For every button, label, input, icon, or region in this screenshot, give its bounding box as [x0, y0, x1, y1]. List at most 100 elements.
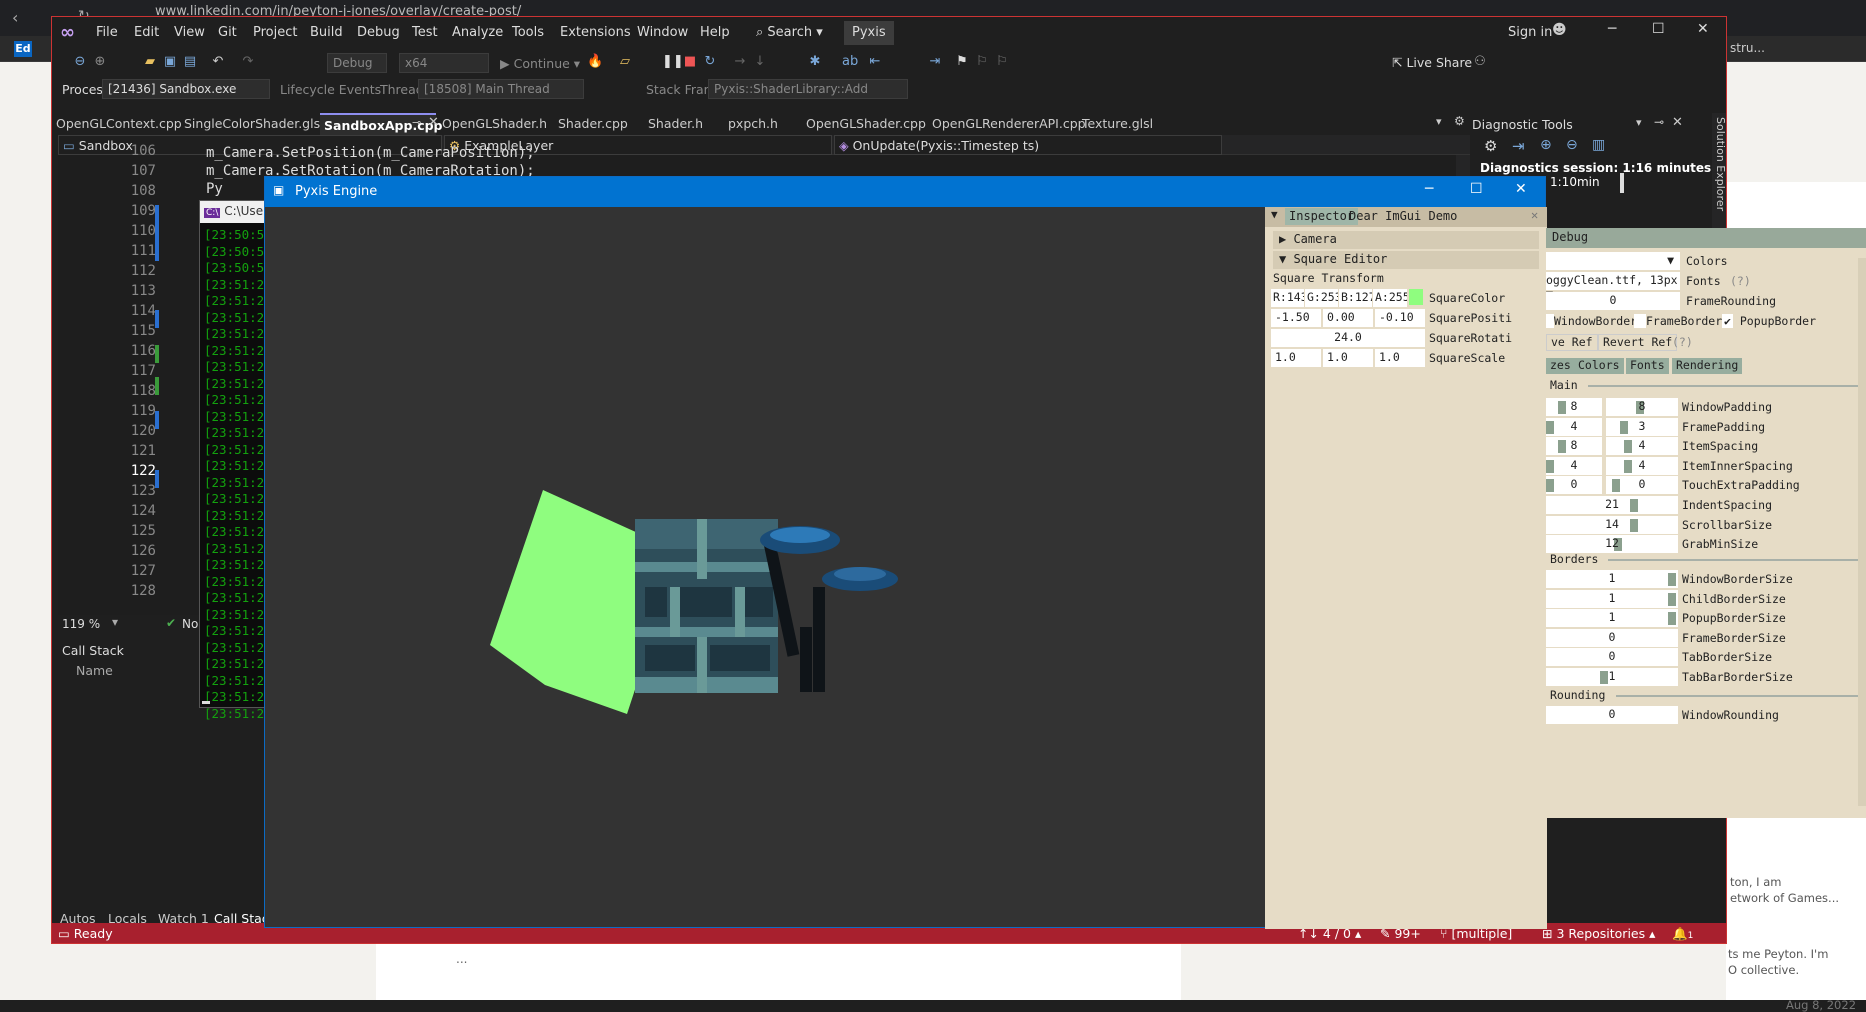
color-r-field[interactable]: R:143 [1271, 289, 1304, 307]
slider-field[interactable]: 12 [1546, 535, 1678, 553]
slider-field[interactable]: 8 [1606, 398, 1678, 416]
open-folder-icon[interactable]: ▰ [142, 54, 158, 70]
slider-field[interactable]: 0 [1546, 648, 1678, 666]
menu-project[interactable]: Project [253, 25, 297, 40]
save-icon[interactable]: ▣ [162, 54, 178, 70]
scale-z-field[interactable]: 1.0 [1375, 349, 1425, 367]
panel-close-x-icon[interactable]: ✕ [1531, 208, 1538, 222]
tab-shader-h[interactable]: Shader.h [644, 113, 707, 135]
continue-button[interactable]: ▶ Continue ▾ [500, 56, 580, 71]
help-marker[interactable]: (?) [1672, 335, 1693, 349]
slider-grab[interactable] [1630, 499, 1638, 512]
slider-grab[interactable] [1612, 479, 1620, 492]
sign-in-link[interactable]: Sign in [1508, 25, 1552, 40]
zoom-in-icon[interactable]: ⊕ [1540, 137, 1552, 153]
back-icon[interactable]: ‹ [12, 8, 18, 27]
format-icon[interactable]: ⇤ [867, 54, 883, 70]
slider-grab[interactable] [1668, 612, 1676, 625]
redo-icon[interactable]: ↷ [240, 54, 256, 70]
debug-titlebar[interactable]: Debug [1546, 228, 1866, 248]
engine-close-icon[interactable]: ✕ [1515, 181, 1527, 197]
tab-settings-icon[interactable]: ⚙ [1454, 114, 1465, 128]
search-button[interactable]: ⌕ Search ▾ [756, 25, 823, 40]
menu-edit[interactable]: Edit [134, 25, 159, 40]
stop-icon[interactable]: ■ [682, 54, 698, 70]
feedback-icon[interactable]: ☻ [1552, 22, 1567, 38]
slider-field[interactable]: 8 [1546, 398, 1602, 416]
menu-test[interactable]: Test [412, 25, 438, 40]
member-combo[interactable]: ◈ OnUpdate(Pyxis::Timestep ts) [834, 135, 1222, 155]
bookmark-item[interactable]: stru... [1730, 41, 1765, 55]
menu-analyze[interactable]: Analyze [452, 25, 503, 40]
slider-grab[interactable] [1558, 401, 1566, 414]
color-g-field[interactable]: G:253 [1305, 289, 1338, 307]
scale-x-field[interactable]: 1.0 [1271, 349, 1321, 367]
menu-help[interactable]: Help [700, 25, 730, 40]
slider-field[interactable]: 4 [1606, 456, 1678, 475]
call-stack-col-name[interactable]: Name [76, 663, 113, 678]
tab-texture-glsl[interactable]: Texture.glsl [1078, 113, 1157, 135]
colors-combo[interactable]: ▼ [1546, 252, 1680, 270]
camera-header[interactable]: ▶ Camera [1273, 231, 1539, 249]
tab-single-color-shader[interactable]: SingleColorShader.glsl [180, 113, 328, 135]
export-icon[interactable]: ⇥ [1512, 137, 1525, 155]
menu-extensions[interactable]: Extensions [560, 25, 631, 40]
zoom-out-icon[interactable]: ⊖ [1566, 137, 1578, 153]
color-b-field[interactable]: B:127 [1339, 289, 1372, 307]
forward-nav-icon[interactable]: ⊕ [92, 54, 108, 70]
step-over-icon[interactable]: → [732, 54, 748, 70]
slider-field[interactable]: 0 [1546, 476, 1602, 494]
menu-tools[interactable]: Tools [512, 25, 544, 40]
fonts-combo[interactable]: oggyClean.ttf, 13px ▼ [1546, 272, 1680, 301]
platform-combo[interactable]: x64 [399, 53, 489, 73]
tab-opengl-shader-h[interactable]: OpenGLShader.h [438, 113, 551, 135]
save-ref-button[interactable]: ve Ref [1546, 334, 1598, 351]
back-nav-icon[interactable]: ⊖ [72, 54, 88, 70]
indent-icon[interactable]: ⇥ [927, 54, 943, 70]
slider-field[interactable]: 4 [1546, 417, 1602, 436]
square-editor-header[interactable]: ▼ Square Editor [1273, 251, 1539, 269]
minimize-icon[interactable]: ─ [1608, 21, 1616, 37]
slider-grab[interactable] [1558, 440, 1566, 453]
collapse-icon[interactable]: ▼ [1271, 208, 1278, 221]
pin-icon[interactable]: ⊸ [412, 116, 421, 129]
tab-opengl-shader-cpp[interactable]: OpenGLShader.cpp [802, 113, 930, 135]
scale-y-field[interactable]: 1.0 [1323, 349, 1373, 367]
slider-grab[interactable] [1668, 573, 1676, 586]
panel-close-icon[interactable]: ✕ [1672, 115, 1683, 130]
slider-field[interactable]: 4 [1606, 437, 1678, 455]
menu-window[interactable]: Window [637, 25, 688, 40]
bookmark-next-icon[interactable]: ⚐ [994, 54, 1010, 70]
tab-inspector[interactable]: Inspector [1285, 208, 1359, 225]
restart-icon[interactable]: ↻ [702, 54, 718, 70]
popup-border-checkbox[interactable]: ✔ PopupBorder [1722, 314, 1816, 328]
window-border-checkbox[interactable]: WindowBorder [1546, 314, 1637, 328]
menu-view[interactable]: View [174, 25, 205, 40]
tab-imgui-demo[interactable]: Dear ImGui Demo [1349, 209, 1457, 223]
hot-reload-icon[interactable]: 🔥 [587, 54, 603, 70]
bookmark-prev-icon[interactable]: ⚐ [974, 54, 990, 70]
config-combo[interactable]: Debug [327, 53, 387, 73]
save-all-icon[interactable]: ▤ [182, 54, 198, 70]
process-combo[interactable]: [21436] Sandbox.exe [102, 79, 270, 99]
timeline-marker[interactable] [1620, 173, 1624, 193]
repositories-status[interactable]: ⊞ 3 Repositories ▴ [1542, 926, 1655, 941]
tab-dropdown-icon[interactable]: ▾ [1436, 115, 1442, 128]
panel-pin-icon[interactable]: ⊸ [1654, 115, 1664, 129]
slider-grab[interactable] [1624, 440, 1632, 453]
breakpoint-icon[interactable]: ✱ [807, 54, 823, 70]
position-z-field[interactable]: -0.10 [1375, 309, 1425, 327]
menu-file[interactable]: File [96, 25, 118, 40]
color-swatch[interactable] [1409, 289, 1423, 305]
bookmark-favicon[interactable]: Ed [14, 41, 32, 57]
menu-debug[interactable]: Debug [357, 25, 400, 40]
frame-border-checkbox[interactable]: FrameBorder [1634, 314, 1722, 328]
color-a-field[interactable]: A:255 [1373, 289, 1407, 307]
step-into-icon[interactable]: ↓ [752, 54, 768, 70]
slider-field[interactable]: 21 [1546, 496, 1678, 514]
tab-colors[interactable]: Colors [1574, 358, 1624, 374]
tab-rendering[interactable]: Rendering [1672, 358, 1743, 374]
slider-field[interactable]: 1 [1546, 609, 1678, 627]
panel-dropdown-icon[interactable]: ▾ [1636, 116, 1642, 129]
slider-field[interactable]: 4 [1546, 456, 1602, 475]
